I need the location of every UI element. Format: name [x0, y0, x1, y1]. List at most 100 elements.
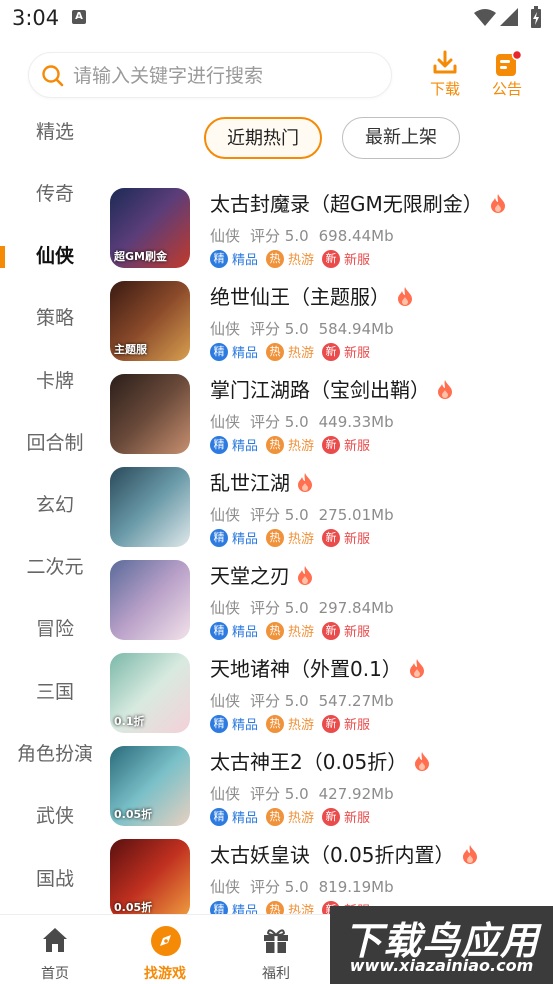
tag-jing-badge: 精	[210, 528, 228, 547]
game-title-row[interactable]: 太古妖皇诀（0.05折内置）	[210, 839, 479, 869]
category-label: 国战	[35, 868, 74, 890]
game-icon[interactable]	[110, 374, 190, 454]
game-rating: 评分 5.0	[250, 692, 309, 710]
game-icon-badge: 0.05折	[114, 808, 153, 821]
tag-jingpin: 精精品	[210, 714, 258, 733]
game-size: 275.01Mb	[318, 506, 394, 524]
compass-icon	[151, 926, 181, 956]
tab-newest[interactable]: 最新上架	[342, 117, 460, 159]
category-label: 精选	[35, 121, 74, 143]
game-size: 427.92Mb	[318, 785, 394, 803]
game-title: 乱世江湖	[210, 471, 290, 495]
game-list-item[interactable]: 掌门江湖路（宝剑出鞘） 仙侠 评分 5.0 449.33Mb 精精品热热游新新服	[110, 374, 553, 464]
game-icon[interactable]	[110, 560, 190, 640]
category-item-wuxia[interactable]: 武侠	[0, 796, 110, 836]
category-item-jingxuan[interactable]: 精选	[0, 112, 110, 152]
tag-jing-text: 精品	[232, 532, 259, 547]
tag-re-text: 热游	[288, 811, 315, 826]
tag-xinfu: 新新服	[322, 621, 370, 640]
category-item-erciyuan[interactable]: 二次元	[0, 547, 110, 587]
category-item-maoxian[interactable]: 冒险	[0, 609, 110, 649]
game-list-item[interactable]: 乱世江湖 仙侠 评分 5.0 275.01Mb 精精品热热游新新服	[110, 467, 553, 557]
search-bar[interactable]	[28, 52, 392, 98]
download-button[interactable]: 下载	[422, 50, 468, 100]
category-item-chuanqi[interactable]: 传奇	[0, 174, 110, 214]
signal-icon	[500, 8, 518, 26]
game-list-item[interactable]: 0.05折 太古神王2（0.05折） 仙侠 评分 5.0 427.92Mb 精精品热热游新…	[110, 746, 553, 836]
game-icon[interactable]: 0.1折	[110, 653, 190, 733]
tag-jingpin: 精精品	[210, 435, 258, 454]
game-size: 819.19Mb	[318, 878, 394, 896]
category-item-xuanhuan[interactable]: 玄幻	[0, 485, 110, 525]
nav-home-label: 首页	[41, 966, 69, 982]
category-item-sanguo[interactable]: 三国	[0, 672, 110, 712]
game-icon[interactable]: 0.05折	[110, 746, 190, 826]
tag-re-badge: 热	[266, 249, 285, 268]
tab-recent-hot[interactable]: 近期热门	[204, 117, 322, 159]
status-bar: 3:04 A	[0, 0, 553, 36]
notice-icon	[496, 50, 522, 76]
tag-xinfu: 新新服	[322, 714, 370, 733]
category-item-xianxia[interactable]: 仙侠	[0, 236, 110, 276]
tag-reyou: 热热游	[266, 621, 314, 640]
game-list-item[interactable]: 主题服 绝世仙王（主题服） 仙侠 评分 5.0 584.94Mb 精精品热热游新新服	[110, 281, 553, 371]
game-title-row[interactable]: 乱世江湖	[210, 467, 314, 497]
tag-jingpin: 精精品	[210, 621, 258, 640]
game-title-row[interactable]: 太古封魔录（超GM无限刷金）	[210, 188, 507, 218]
game-size: 584.94Mb	[318, 320, 394, 338]
game-icon[interactable]: 主题服	[110, 281, 190, 361]
game-title: 天地诸神（外置0.1）	[210, 657, 402, 681]
game-list-item[interactable]: 天堂之刃 仙侠 评分 5.0 297.84Mb 精精品热热游新新服	[110, 560, 553, 650]
game-list-item[interactable]: 0.1折 天地诸神（外置0.1） 仙侠 评分 5.0 547.27Mb 精精品热热游新新服	[110, 653, 553, 743]
download-label: 下载	[429, 80, 460, 98]
game-meta: 仙侠 评分 5.0 584.94Mb	[210, 318, 404, 339]
notice-button[interactable]: 公告	[484, 50, 530, 100]
tag-reyou: 热热游	[266, 435, 314, 454]
game-meta: 仙侠 评分 5.0 698.44Mb	[210, 225, 404, 246]
game-icon[interactable]	[110, 467, 190, 547]
tag-re-text: 热游	[288, 253, 315, 268]
tag-jing-badge: 精	[210, 807, 228, 826]
game-list-item[interactable]: 超GM刷金 太古封魔录（超GM无限刷金） 仙侠 评分 5.0 698.44Mb 精精品热热…	[110, 188, 553, 278]
game-icon[interactable]: 超GM刷金	[110, 188, 190, 268]
status-time: 3:04	[12, 6, 60, 30]
tag-re-text: 热游	[288, 532, 315, 547]
category-item-celue[interactable]: 策略	[0, 298, 110, 338]
tag-re-badge: 热	[266, 621, 285, 640]
game-tags: 精精品热热游新新服	[210, 714, 378, 733]
tag-re-badge: 热	[266, 528, 285, 547]
game-tags: 精精品热热游新新服	[210, 342, 378, 361]
tag-jing-badge: 精	[210, 621, 228, 640]
game-meta: 仙侠 评分 5.0 427.92Mb	[210, 783, 404, 804]
game-title-row[interactable]: 太古神王2（0.05折）	[210, 746, 431, 776]
game-meta: 仙侠 评分 5.0 819.19Mb	[210, 876, 404, 897]
category-item-juesebanyan[interactable]: 角色扮演	[0, 734, 110, 774]
category-item-kapai[interactable]: 卡牌	[0, 361, 110, 401]
game-rating: 评分 5.0	[250, 878, 309, 896]
category-item-guozhan[interactable]: 国战	[0, 859, 110, 899]
game-genre: 仙侠	[210, 506, 241, 524]
game-icon[interactable]: 0.05折	[110, 839, 190, 919]
tag-jingpin: 精精品	[210, 249, 258, 268]
game-genre: 仙侠	[210, 878, 241, 896]
game-size: 297.84Mb	[318, 599, 394, 617]
tag-jing-text: 精品	[232, 811, 259, 826]
game-title-row[interactable]: 天地诸神（外置0.1）	[210, 653, 426, 683]
tag-re-badge: 热	[266, 714, 285, 733]
game-icon-badge: 0.05折	[114, 901, 153, 914]
tag-xin-badge: 新	[322, 435, 341, 454]
search-input[interactable]	[73, 61, 373, 91]
tag-jing-text: 精品	[232, 439, 259, 454]
flame-icon	[489, 193, 507, 218]
game-tags: 精精品热热游新新服	[210, 621, 378, 640]
game-rating: 评分 5.0	[250, 227, 309, 245]
game-genre: 仙侠	[210, 692, 241, 710]
tag-re-text: 热游	[288, 439, 315, 454]
tag-xin-text: 新服	[344, 532, 371, 547]
game-title: 天堂之刃	[210, 564, 290, 588]
game-title-row[interactable]: 天堂之刃	[210, 560, 314, 590]
game-title-row[interactable]: 掌门江湖路（宝剑出鞘）	[210, 374, 454, 404]
tag-jing-text: 精品	[232, 346, 259, 361]
game-title-row[interactable]: 绝世仙王（主题服）	[210, 281, 414, 311]
category-item-huihezhi[interactable]: 回合制	[0, 423, 110, 463]
